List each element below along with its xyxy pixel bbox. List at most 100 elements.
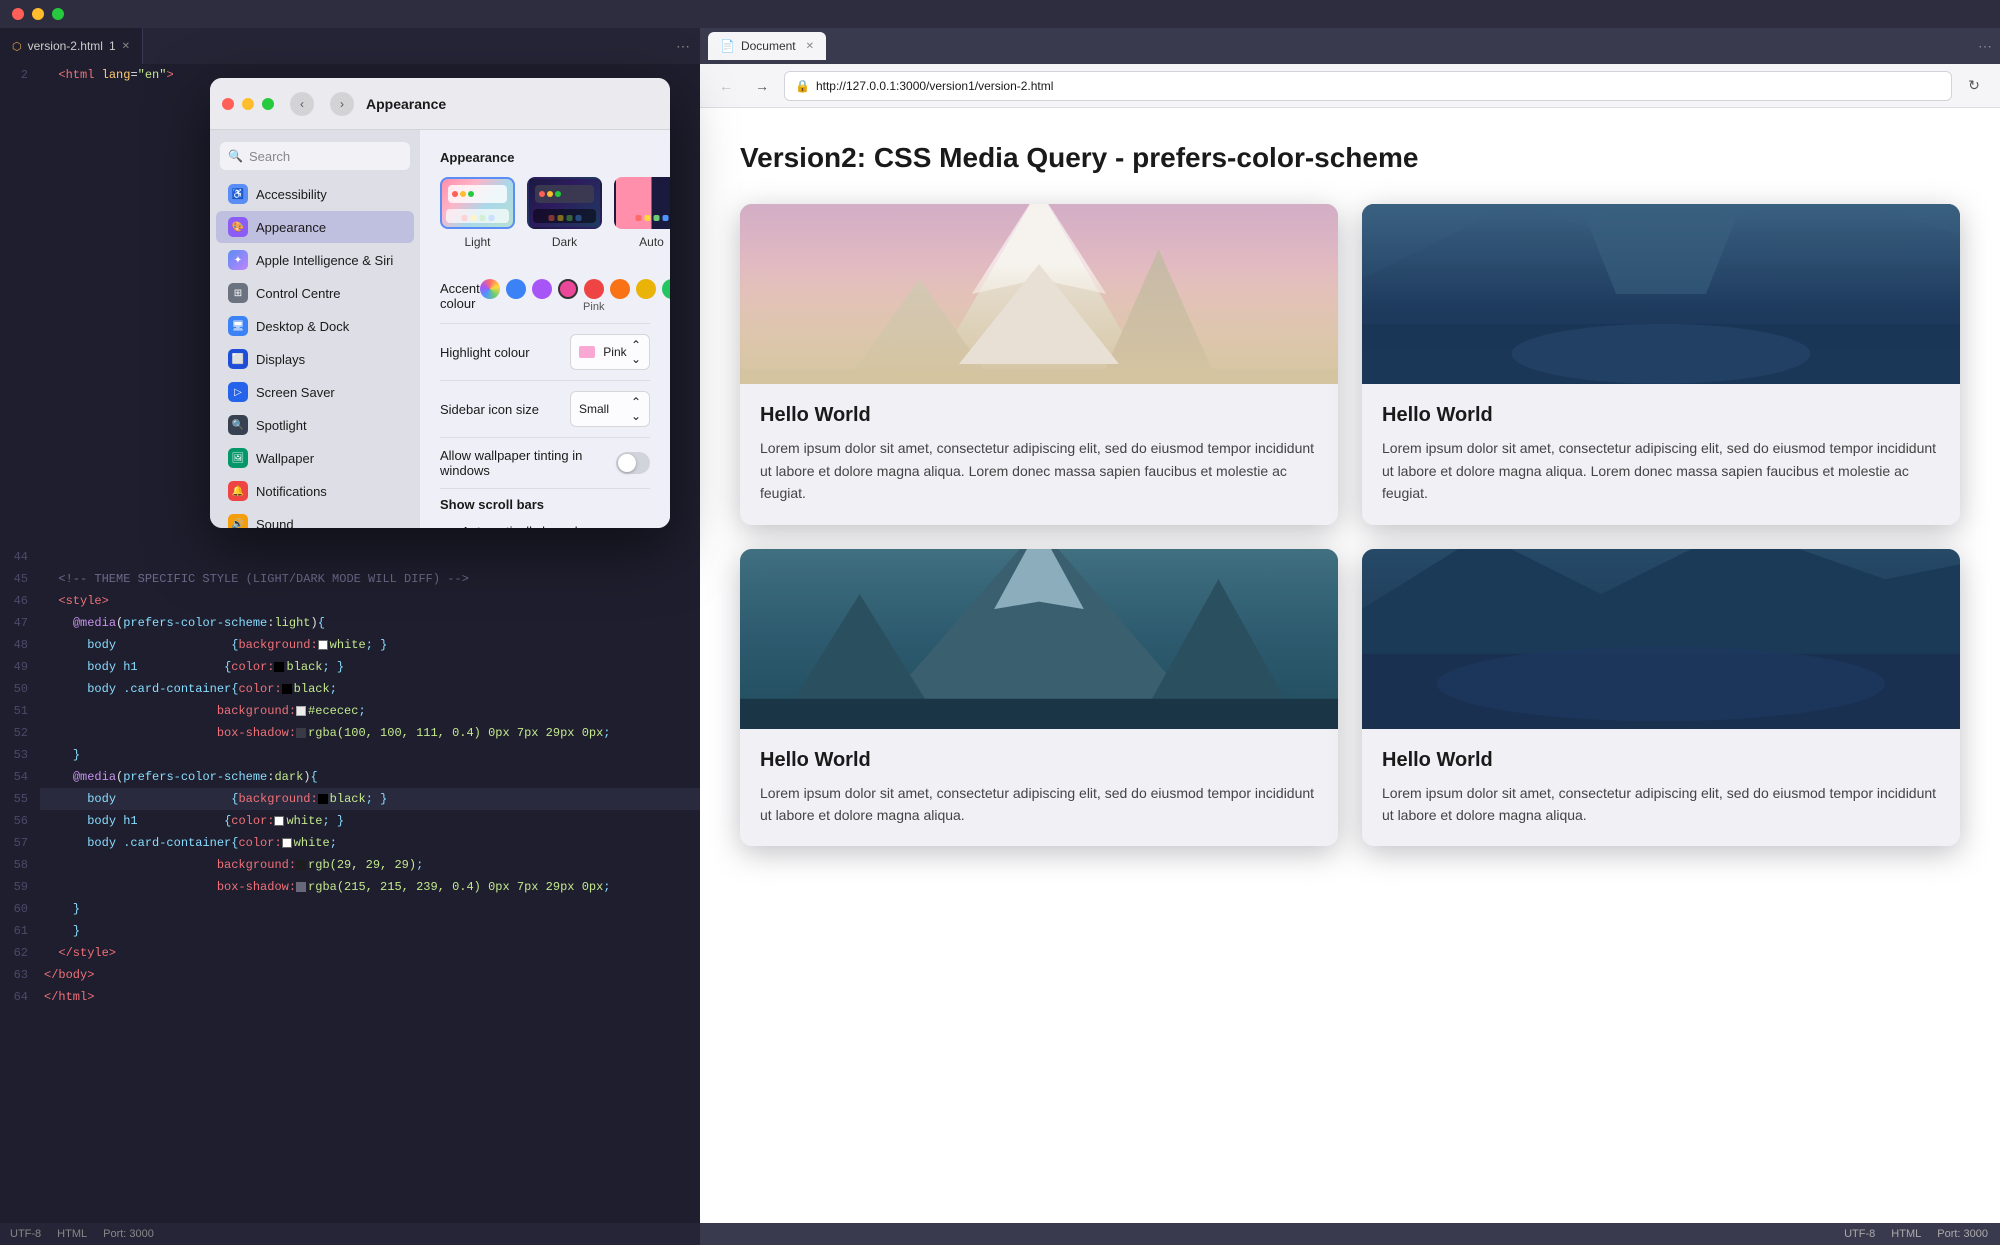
settings-content: 🔍 Search ♿ Accessibility 🎨 <box>210 130 670 528</box>
wallpaper-tinting-label: Allow wallpaper tinting in windows <box>440 448 616 478</box>
accent-purple[interactable] <box>532 279 552 299</box>
mountain2-svg <box>740 549 1338 729</box>
browser-tab-close-icon[interactable]: ✕ <box>806 41 814 52</box>
browser-back-button[interactable]: ← <box>712 72 740 100</box>
accent-yellow[interactable] <box>636 279 656 299</box>
wallpaper-icon: 🖼 <box>228 448 248 468</box>
accent-multicolor[interactable] <box>480 279 500 299</box>
close-button[interactable] <box>12 8 24 20</box>
scroll-bars-options: Automatically based on mouse or trackpad… <box>440 524 650 528</box>
maximize-button[interactable] <box>52 8 64 20</box>
sidebar-item-control-centre[interactable]: ⊞ Control Centre <box>216 277 414 309</box>
search-icon: 🔍 <box>228 149 243 163</box>
url-text: http://127.0.0.1:3000/version1/version-2… <box>816 79 1941 93</box>
mode-dark-preview[interactable] <box>527 177 602 229</box>
browser-forward-button[interactable]: → <box>748 72 776 100</box>
browser-reload-button[interactable]: ↻ <box>1960 72 1988 100</box>
vscode-tab-more-button[interactable]: ⋯ <box>666 38 700 55</box>
vscode-tab-number: 1 <box>109 39 116 53</box>
size-dropdown-chevron-icon: ⌃⌄ <box>631 395 641 423</box>
sidebar-item-desktop[interactable]: 🖥 Desktop & Dock <box>216 310 414 342</box>
settings-search[interactable]: 🔍 Search <box>220 142 410 170</box>
accent-green[interactable] <box>662 279 670 299</box>
sidebar-item-screensaver[interactable]: ▷ Screen Saver <box>216 376 414 408</box>
sidebar-item-appearance-label: Appearance <box>256 220 326 235</box>
accent-pink[interactable] <box>558 279 578 299</box>
settings-close-button[interactable] <box>222 98 234 110</box>
highlight-colour-value: Pink <box>603 345 626 359</box>
accent-blue[interactable] <box>506 279 526 299</box>
dark-mode-dock <box>548 215 581 221</box>
vscode-tab-version2[interactable]: ⬡ version-2.html 1 ✕ <box>0 28 143 64</box>
card-2-body: Hello World Lorem ipsum dolor sit amet, … <box>1362 384 1960 524</box>
sidebar-item-accessibility[interactable]: ♿ Accessibility <box>216 178 414 210</box>
settings-back-button[interactable]: ‹ <box>290 92 314 116</box>
title-bar <box>0 0 2000 28</box>
card-1-image <box>740 204 1338 384</box>
sidebar-item-wallpaper[interactable]: 🖼 Wallpaper <box>216 442 414 474</box>
browser-url-bar[interactable]: 🔒 http://127.0.0.1:3000/version1/version… <box>784 71 1952 101</box>
apple-intelligence-icon: ✦ <box>228 250 248 270</box>
back-icon: ‹ <box>300 97 304 111</box>
sidebar-item-screensaver-label: Screen Saver <box>256 385 335 400</box>
card-2-image <box>1362 204 1960 384</box>
card-4-text: Lorem ipsum dolor sit amet, consectetur … <box>1382 782 1940 827</box>
sidebar-item-notifications[interactable]: 🔔 Notifications <box>216 475 414 507</box>
settings-forward-button[interactable]: › <box>330 92 354 116</box>
vscode-encoding: UTF-8 <box>10 1228 41 1240</box>
card-4-image <box>1362 549 1960 729</box>
sidebar-icon-size-value: Small <box>579 402 609 416</box>
accent-red[interactable] <box>584 279 604 299</box>
mode-light[interactable]: Light <box>440 177 515 249</box>
browser-panel: 📄 Document ✕ ⋯ ← → 🔒 http://127.0.0.1:30… <box>700 28 2000 1245</box>
browser-tab-more-button[interactable]: ⋯ <box>1978 38 1992 55</box>
card-2-title: Hello World <box>1382 404 1940 427</box>
settings-main-content: Appearance <box>420 130 670 528</box>
card-4-title: Hello World <box>1382 749 1940 772</box>
vscode-tab-label: version-2.html <box>28 39 103 53</box>
highlight-colour-dropdown[interactable]: Pink ⌃⌄ <box>570 334 650 370</box>
sidebar-icon-size-row: Sidebar icon size Small ⌃⌄ <box>440 381 650 438</box>
sidebar-icon-size-dropdown[interactable]: Small ⌃⌄ <box>570 391 650 427</box>
sidebar-item-control-label: Control Centre <box>256 286 341 301</box>
search-placeholder: Search <box>249 149 290 164</box>
accent-orange[interactable] <box>610 279 630 299</box>
mode-dark[interactable]: Dark <box>527 177 602 249</box>
browser-statusbar: UTF-8 HTML Port: 3000 <box>700 1223 2000 1245</box>
settings-toolbar: ‹ › Appearance <box>210 78 670 130</box>
sidebar-item-apple-intelligence[interactable]: ✦ Apple Intelligence & Siri <box>216 244 414 276</box>
accent-colour-row: Accent colour <box>440 269 650 324</box>
minimize-button[interactable] <box>32 8 44 20</box>
scroll-auto-option[interactable]: Automatically based on mouse or trackpad <box>440 524 650 528</box>
settings-minimize-button[interactable] <box>242 98 254 110</box>
card-4-body: Hello World Lorem ipsum dolor sit amet, … <box>1362 729 1960 847</box>
sidebar-item-desktop-label: Desktop & Dock <box>256 319 349 334</box>
vscode-tab-close-icon[interactable]: ✕ <box>122 41 130 52</box>
accent-colors-group <box>480 279 670 299</box>
sidebar-item-displays[interactable]: ⬜ Displays <box>216 343 414 375</box>
mode-auto-preview[interactable] <box>614 177 670 229</box>
browser-tab-document[interactable]: 📄 Document ✕ <box>708 32 826 60</box>
card-2: Hello World Lorem ipsum dolor sit amet, … <box>1362 204 1960 524</box>
browser-encoding: UTF-8 <box>1844 1228 1875 1240</box>
accent-colour-control: Pink <box>480 279 670 313</box>
card-3-body: Hello World Lorem ipsum dolor sit amet, … <box>740 729 1338 847</box>
accent-colour-label: Accent colour <box>440 281 480 311</box>
sidebar-item-spotlight[interactable]: 🔍 Spotlight <box>216 409 414 441</box>
forward-arrow-icon: → <box>755 78 769 94</box>
lake-svg <box>1362 204 1960 384</box>
sidebar-item-appearance[interactable]: 🎨 Appearance <box>216 211 414 243</box>
settings-maximize-button[interactable] <box>262 98 274 110</box>
mode-light-preview[interactable] <box>440 177 515 229</box>
browser-tab-bar: 📄 Document ✕ ⋯ <box>700 28 2000 64</box>
highlight-colour-row: Highlight colour Pink ⌃⌄ <box>440 324 650 381</box>
accent-selected-label: Pink <box>583 301 604 313</box>
mode-auto[interactable]: Auto <box>614 177 670 249</box>
card-3-title: Hello World <box>760 749 1318 772</box>
sidebar-item-sound[interactable]: 🔊 Sound <box>216 508 414 528</box>
wallpaper-tinting-toggle[interactable] <box>616 452 650 474</box>
sidebar-icon-size-label: Sidebar icon size <box>440 402 539 417</box>
browser-language: HTML <box>1891 1228 1921 1240</box>
vscode-language: HTML <box>57 1228 87 1240</box>
wallpaper-tinting-row: Allow wallpaper tinting in windows <box>440 438 650 489</box>
